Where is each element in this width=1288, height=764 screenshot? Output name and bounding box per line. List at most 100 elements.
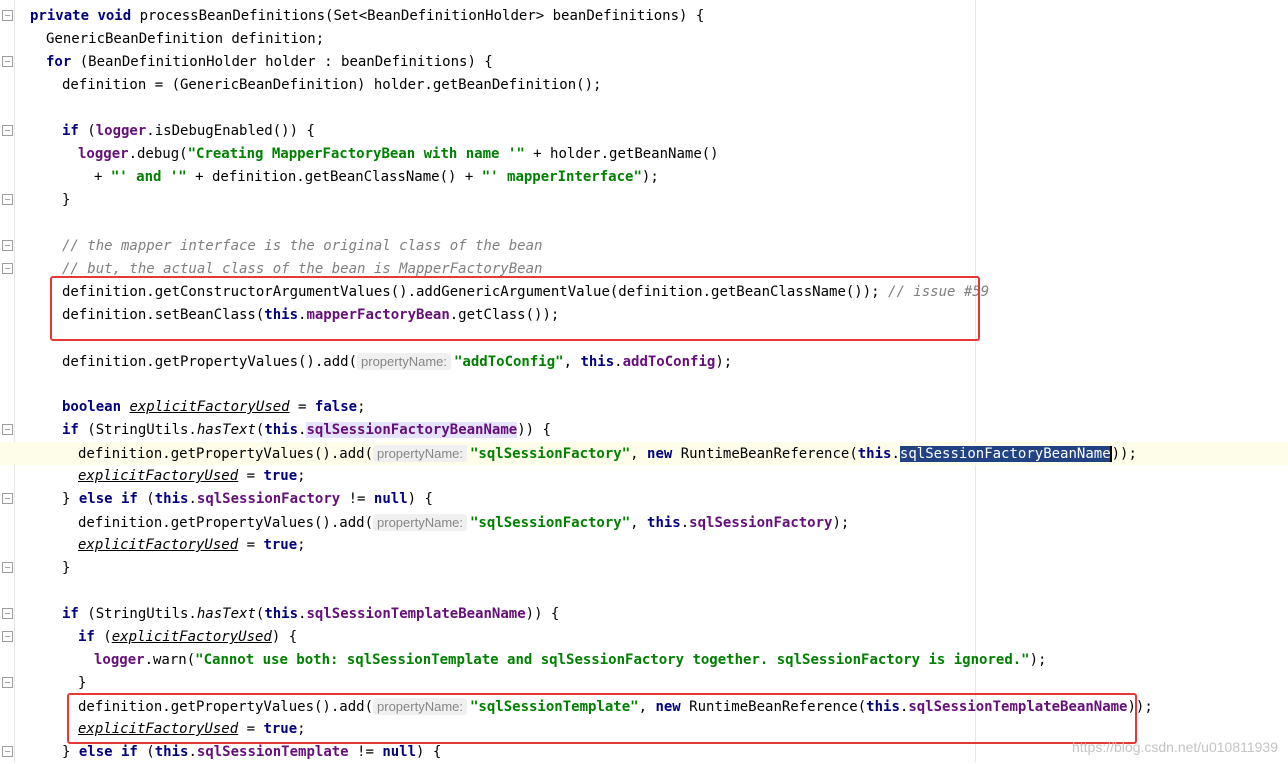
keyword: null — [373, 491, 408, 507]
keyword: private — [30, 8, 90, 24]
keyword: this — [264, 606, 299, 622]
code-text: GenericBeanDefinition definition; — [46, 31, 325, 47]
code-line: if (StringUtils.hasText(this.sqlSessionF… — [0, 419, 1288, 442]
keyword: this — [647, 515, 681, 531]
code-text: ); — [715, 354, 733, 370]
code-line: private void processBeanDefinitions(Set<… — [0, 5, 1288, 28]
code-text: definition.setBeanClass( — [62, 307, 265, 323]
code-text: definition.getPropertyValues().add( — [78, 699, 374, 715]
string-literal: "sqlSessionTemplate" — [470, 699, 639, 715]
keyword: true — [263, 537, 298, 553]
code-text: ( — [137, 744, 155, 760]
code-text: ); — [832, 515, 850, 531]
parameter-hint: propertyName: — [357, 353, 451, 370]
keyword: this — [857, 446, 892, 462]
code-text: , — [563, 354, 581, 370]
keyword: void — [97, 8, 132, 24]
code-line: + "' and '" + definition.getBeanClassNam… — [0, 166, 1288, 189]
code-line: definition = (GenericBeanDefinition) hol… — [0, 74, 1288, 97]
string-literal: "' mapperInterface" — [481, 169, 642, 185]
code-line: definition.getPropertyValues().add(prope… — [0, 695, 1288, 718]
variable-ref: explicitFactoryUsed — [78, 721, 239, 737]
code-line: if (explicitFactoryUsed) { — [0, 626, 1288, 649]
field-ref-highlighted: sqlSessionFactoryBeanName — [306, 422, 518, 438]
code-text: RuntimeBeanReference( — [672, 446, 858, 462]
code-text: .isDebugEnabled()) { — [146, 123, 315, 139]
code-text: )) { — [517, 422, 551, 438]
code-text: .debug( — [128, 146, 188, 162]
text-selection[interactable]: sqlSessionFactoryBeanName — [899, 446, 1111, 462]
code-text: . — [188, 744, 197, 760]
keyword: this — [580, 354, 615, 370]
code-text: ; — [297, 721, 306, 737]
code-text: = — [238, 721, 264, 737]
parameter-hint: propertyName: — [373, 514, 467, 531]
keyword: else if — [78, 744, 138, 760]
code-text: ) { — [416, 744, 442, 760]
code-text: != — [340, 491, 374, 507]
code-text: RuntimeBeanReference( — [680, 699, 867, 715]
code-line: // but, the actual class of the bean is … — [0, 258, 1288, 281]
keyword: null — [382, 744, 417, 760]
code-line: logger.warn("Cannot use both: sqlSession… — [0, 649, 1288, 672]
code-text: . — [188, 491, 197, 507]
keyword: new — [655, 699, 681, 715]
code-text: } — [62, 491, 79, 507]
code-line: definition.setBeanClass(this.mapperFacto… — [0, 304, 1288, 327]
code-text: = — [289, 399, 315, 415]
code-line: GenericBeanDefinition definition; — [0, 28, 1288, 51]
code-text: (StringUtils. — [78, 422, 197, 438]
keyword: else if — [78, 491, 138, 507]
string-literal: "sqlSessionFactory" — [470, 446, 631, 462]
code-line: explicitFactoryUsed = true; — [0, 718, 1288, 741]
code-text: } — [62, 192, 71, 208]
code-text: ); — [1029, 652, 1047, 668]
code-text: = — [238, 537, 264, 553]
code-line-current: definition.getPropertyValues().add(prope… — [0, 442, 1288, 465]
code-text: + — [94, 169, 111, 185]
code-text: )); — [1127, 699, 1153, 715]
field-ref: sqlSessionTemplateBeanName — [306, 606, 526, 622]
code-editor[interactable]: private void processBeanDefinitions(Set<… — [0, 5, 1288, 764]
keyword: false — [314, 399, 358, 415]
code-comment: // issue #59 — [888, 284, 990, 300]
code-comment: // the mapper interface is the original … — [62, 238, 543, 254]
code-text: definition.getPropertyValues().add( — [62, 354, 358, 370]
code-line: definition.getPropertyValues().add(prope… — [0, 511, 1288, 534]
field-ref: sqlSessionTemplate — [196, 744, 349, 760]
string-literal: "' and '" — [110, 169, 187, 185]
code-line: } — [0, 557, 1288, 580]
keyword: this — [866, 699, 900, 715]
code-text: (StringUtils. — [78, 606, 197, 622]
code-text: )) { — [525, 606, 560, 622]
field-ref: logger — [95, 123, 147, 139]
keyword: if — [62, 422, 79, 438]
code-line: if (logger.isDebugEnabled()) { — [0, 120, 1288, 143]
watermark: https://blog.csdn.net/u010811939 — [1071, 739, 1278, 755]
code-line: } — [0, 189, 1288, 212]
field-ref: mapperFactoryBean — [306, 307, 450, 323]
code-line: } else if (this.sqlSessionFactory != nul… — [0, 488, 1288, 511]
static-method-ref: hasText — [196, 606, 256, 622]
code-line: explicitFactoryUsed = true; — [0, 534, 1288, 557]
code-line: // the mapper interface is the original … — [0, 235, 1288, 258]
code-text: + holder.getBeanName() — [524, 146, 719, 162]
parameter-hint: propertyName: — [373, 698, 467, 715]
code-text: definition.getPropertyValues().add( — [78, 446, 374, 462]
code-text: ( — [78, 123, 96, 139]
code-text: . — [680, 515, 690, 531]
string-literal: "Cannot use both: sqlSessionTemplate and… — [195, 652, 1030, 668]
code-line: if (StringUtils.hasText(this.sqlSessionT… — [0, 603, 1288, 626]
code-text: (BeanDefinitionHolder holder : beanDefin… — [71, 54, 493, 70]
code-text: processBeanDefinitions(Set<BeanDefinitio… — [131, 8, 705, 24]
keyword: if — [78, 629, 95, 645]
keyword: this — [264, 422, 299, 438]
code-text: .getClass()); — [449, 307, 560, 323]
variable-ref: explicitFactoryUsed — [78, 537, 239, 553]
keyword: for — [46, 54, 72, 70]
code-text: )); — [1111, 446, 1137, 462]
variable-ref: explicitFactoryUsed — [111, 629, 272, 645]
variable-ref: explicitFactoryUsed — [78, 468, 239, 484]
